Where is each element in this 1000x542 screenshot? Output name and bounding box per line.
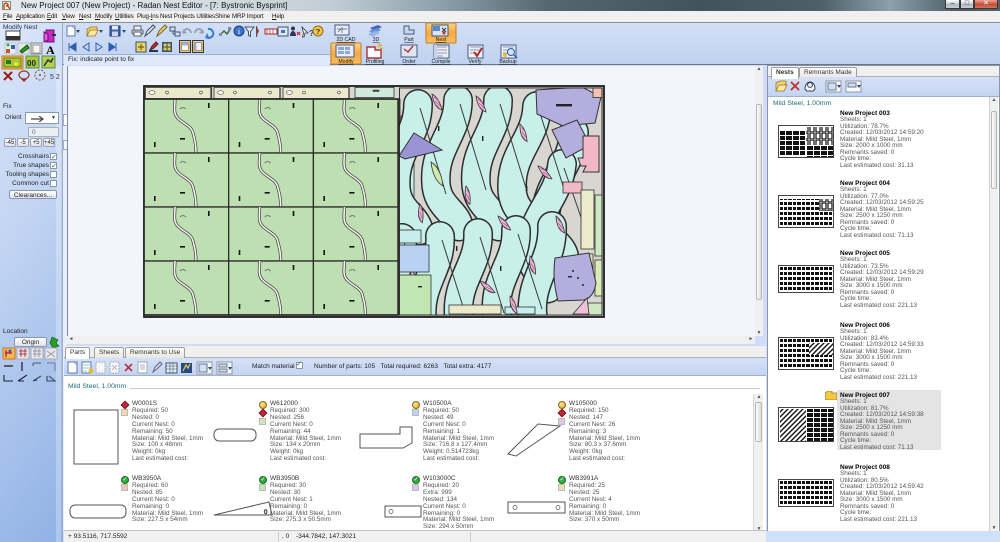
svg-text:Backup: Backup	[499, 59, 516, 65]
svg-text:Compile: Compile	[431, 59, 450, 65]
svg-text:2D CAD: 2D CAD	[336, 37, 355, 43]
svg-text:Profiling: Profiling	[366, 59, 385, 65]
svg-text:Nest: Nest	[436, 37, 447, 43]
svg-text:Modify: Modify	[338, 59, 354, 65]
svg-text:?: ?	[316, 27, 321, 36]
svg-text:Part: Part	[404, 37, 414, 43]
svg-text:00: 00	[27, 59, 36, 68]
svg-text:A: A	[46, 43, 55, 57]
svg-text:Verify: Verify	[469, 59, 482, 65]
svg-text:5 2: 5 2	[50, 74, 60, 81]
svg-text:3D: 3D	[373, 37, 380, 43]
svg-text:Order: Order	[402, 59, 416, 65]
